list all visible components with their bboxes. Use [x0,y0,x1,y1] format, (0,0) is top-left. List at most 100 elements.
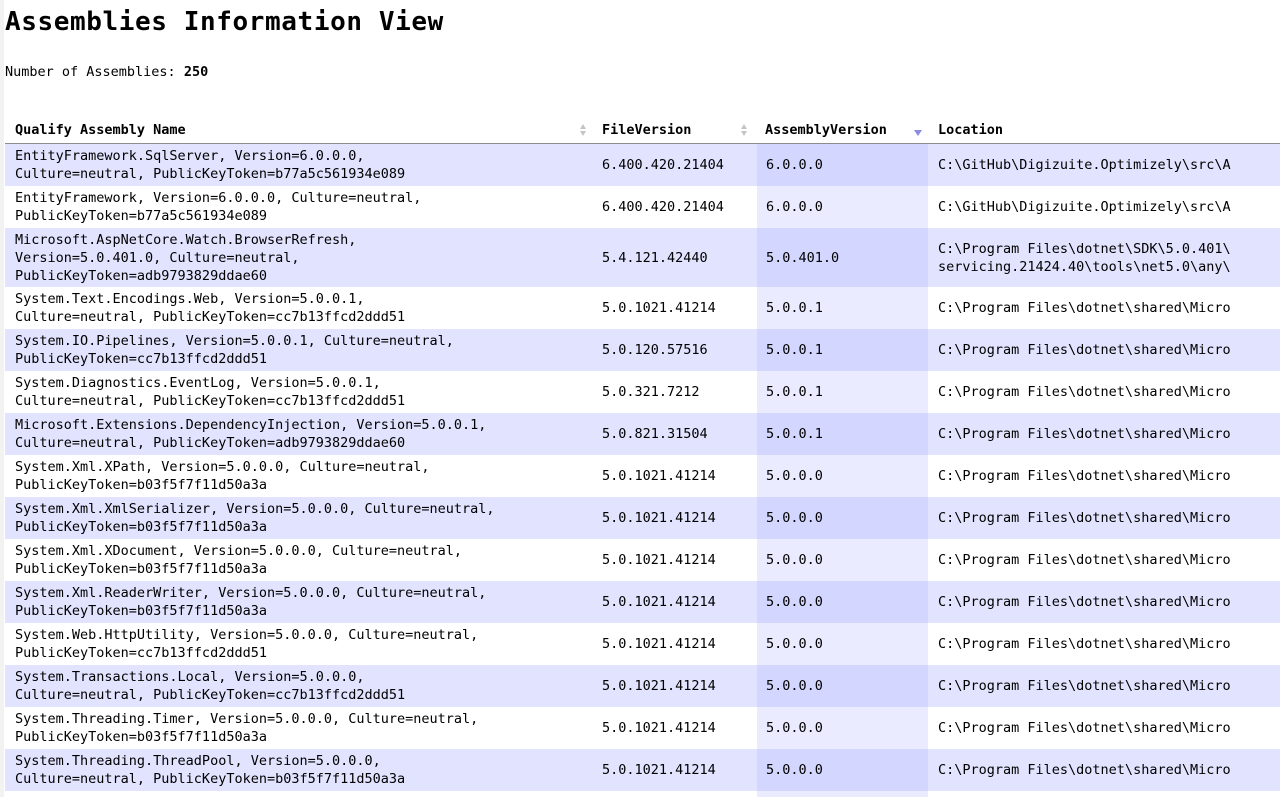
cell-assembly-version: 5.0.0.1 [766,426,823,442]
cell-location: C:\Program Files\dotnet\shared\Micro [938,510,1231,526]
sort-both-icon [741,124,748,136]
assemblies-page: Assemblies Information View Number of As… [5,0,1280,797]
cell-location: C:\GitHub\Digizuite.Optimizely\src\A [938,157,1231,173]
table-row: System.Threading.Tasks.Parallel, Version… [5,791,1280,797]
cell-file-version: 5.0.1021.41214 [602,678,716,694]
table-row: System.Xml.ReaderWriter, Version=5.0.0.0… [5,581,1280,623]
cell-assembly-name: System.Threading.ThreadPool, Version=5.0… [15,753,406,787]
page-left-edge [0,0,4,797]
column-header-assembly-version[interactable]: AssemblyVersion [765,119,931,143]
cell-assembly-version: 6.0.0.0 [766,199,823,215]
cell-location: C:\Program Files\dotnet\shared\Micro [938,594,1231,610]
table-row: EntityFramework.SqlServer, Version=6.0.0… [5,144,1280,186]
cell-assembly-version: 5.0.0.0 [766,720,823,736]
table-row: System.Xml.XPath, Version=5.0.0.0, Cultu… [5,455,1280,497]
table-row: System.Diagnostics.EventLog, Version=5.0… [5,371,1280,413]
cell-file-version: 5.0.1021.41214 [602,510,716,526]
cell-file-version: 5.0.120.57516 [602,342,708,358]
cell-assembly-name: System.Text.Encodings.Web, Version=5.0.0… [15,291,406,325]
cell-assembly-name: EntityFramework.SqlServer, Version=6.0.0… [15,148,406,182]
assembly-count-value: 250 [183,64,209,80]
sort-both-icon [580,124,587,136]
cell-location: C:\Program Files\dotnet\shared\Micro [938,384,1231,400]
table-row: System.Threading.Timer, Version=5.0.0.0,… [5,707,1280,749]
cell-file-version: 5.0.1021.41214 [602,552,716,568]
cell-assembly-version: 5.0.0.0 [766,510,823,526]
table-row: Microsoft.AspNetCore.Watch.BrowserRefres… [5,228,1280,287]
cell-assembly-name: System.Threading.Tasks.Parallel, Version… [15,791,595,797]
cell-file-version: 5.0.1021.41214 [602,468,716,484]
cell-assembly-name: Microsoft.Extensions.DependencyInjection… [15,417,487,451]
cell-assembly-version: 5.0.0.0 [766,678,823,694]
cell-assembly-version: 5.0.401.0 [766,249,840,266]
cell-location: C:\Program Files\dotnet\shared\Micro [938,468,1231,484]
table-row: System.Web.HttpUtility, Version=5.0.0.0,… [5,623,1280,665]
table-row: System.Transactions.Local, Version=5.0.0… [5,665,1280,707]
table-body: EntityFramework.SqlServer, Version=6.0.0… [5,144,1280,797]
cell-assembly-name: Microsoft.AspNetCore.Watch.BrowserRefres… [15,231,357,284]
table-header: Qualify Assembly Name FileVersion Assemb… [5,119,1280,144]
assembly-count-label: Number of Assemblies: [5,64,176,80]
cell-assembly-name: EntityFramework, Version=6.0.0.0, Cultur… [15,190,422,224]
cell-file-version: 5.0.1021.41214 [602,762,716,778]
cell-assembly-version: 5.0.0.1 [766,300,823,316]
sort-descending-icon [914,130,922,136]
cell-file-version: 5.0.821.31504 [602,426,708,442]
cell-location: C:\Program Files\dotnet\shared\Micro [938,552,1231,568]
table-row: Microsoft.Extensions.DependencyInjection… [5,413,1280,455]
cell-assembly-version: 6.0.0.0 [766,157,823,173]
column-header-label: AssemblyVersion [765,122,887,138]
table-row: System.IO.Pipelines, Version=5.0.0.1, Cu… [5,329,1280,371]
column-header-location[interactable]: Location [938,119,1280,143]
cell-location: C:\Program Files\dotnet\shared\Micro [938,720,1231,736]
column-header-label: Qualify Assembly Name [15,122,186,138]
cell-assembly-name: System.Xml.XDocument, Version=5.0.0.0, C… [15,543,463,577]
column-header-file-version[interactable]: FileVersion [602,119,752,143]
cell-file-version: 6.400.420.21404 [602,199,724,215]
cell-assembly-version: 5.0.0.0 [766,791,926,797]
page-title: Assemblies Information View [5,7,444,37]
cell-assembly-version: 5.0.0.0 [766,762,823,778]
cell-assembly-version: 5.0.0.0 [766,594,823,610]
cell-assembly-name: System.Diagnostics.EventLog, Version=5.0… [15,375,406,409]
cell-assembly-name: System.Threading.Timer, Version=5.0.0.0,… [15,711,479,745]
cell-assembly-name: System.Xml.ReaderWriter, Version=5.0.0.0… [15,585,487,619]
cell-file-version: 5.0.1021.41214 [602,300,716,316]
cell-file-version: 6.400.420.21404 [602,157,724,173]
cell-assembly-version: 5.0.0.0 [766,636,823,652]
table-row: System.Threading.ThreadPool, Version=5.0… [5,749,1280,791]
assemblies-table: Qualify Assembly Name FileVersion Assemb… [5,119,1280,797]
cell-location: C:\Program Files\dotnet\shared\Micro [938,300,1231,316]
table-row: System.Xml.XmlSerializer, Version=5.0.0.… [5,497,1280,539]
table-row: EntityFramework, Version=6.0.0.0, Cultur… [5,186,1280,228]
table-row: System.Xml.XDocument, Version=5.0.0.0, C… [5,539,1280,581]
cell-location: C:\Program Files\dotnet\shared\Micro [938,791,1280,797]
cell-location: C:\Program Files\dotnet\shared\Micro [938,636,1231,652]
cell-location: C:\GitHub\Digizuite.Optimizely\src\A [938,199,1231,215]
cell-location: C:\Program Files\dotnet\shared\Micro [938,678,1231,694]
cell-assembly-name: System.Transactions.Local, Version=5.0.0… [15,669,406,703]
cell-file-version: 5.0.1021.41214 [602,791,752,797]
cell-assembly-name: System.Web.HttpUtility, Version=5.0.0.0,… [15,627,479,661]
cell-location: C:\Program Files\dotnet\SDK\5.0.401\ ser… [938,240,1231,275]
cell-assembly-version: 5.0.0.0 [766,552,823,568]
table-row: System.Text.Encodings.Web, Version=5.0.0… [5,287,1280,329]
cell-file-version: 5.0.1021.41214 [602,720,716,736]
cell-assembly-name: System.IO.Pipelines, Version=5.0.0.1, Cu… [15,333,454,367]
column-header-label: Location [938,122,1004,138]
assembly-count-summary: Number of Assemblies: 250 [5,63,208,81]
cell-assembly-version: 5.0.0.1 [766,342,823,358]
cell-assembly-name: System.Xml.XPath, Version=5.0.0.0, Cultu… [15,459,430,493]
cell-file-version: 5.0.321.7212 [602,384,700,400]
cell-file-version: 5.0.1021.41214 [602,594,716,610]
cell-location: C:\Program Files\dotnet\shared\Micro [938,426,1231,442]
cell-file-version: 5.0.1021.41214 [602,636,716,652]
cell-assembly-name: System.Xml.XmlSerializer, Version=5.0.0.… [15,501,495,535]
cell-assembly-version: 5.0.0.1 [766,384,823,400]
column-header-label: FileVersion [602,122,692,138]
column-header-qualify-assembly-name[interactable]: Qualify Assembly Name [15,119,593,143]
cell-location: C:\Program Files\dotnet\shared\Micro [938,762,1231,778]
cell-file-version: 5.4.121.42440 [602,249,708,266]
cell-assembly-version: 5.0.0.0 [766,468,823,484]
cell-location: C:\Program Files\dotnet\shared\Micro [938,342,1231,358]
